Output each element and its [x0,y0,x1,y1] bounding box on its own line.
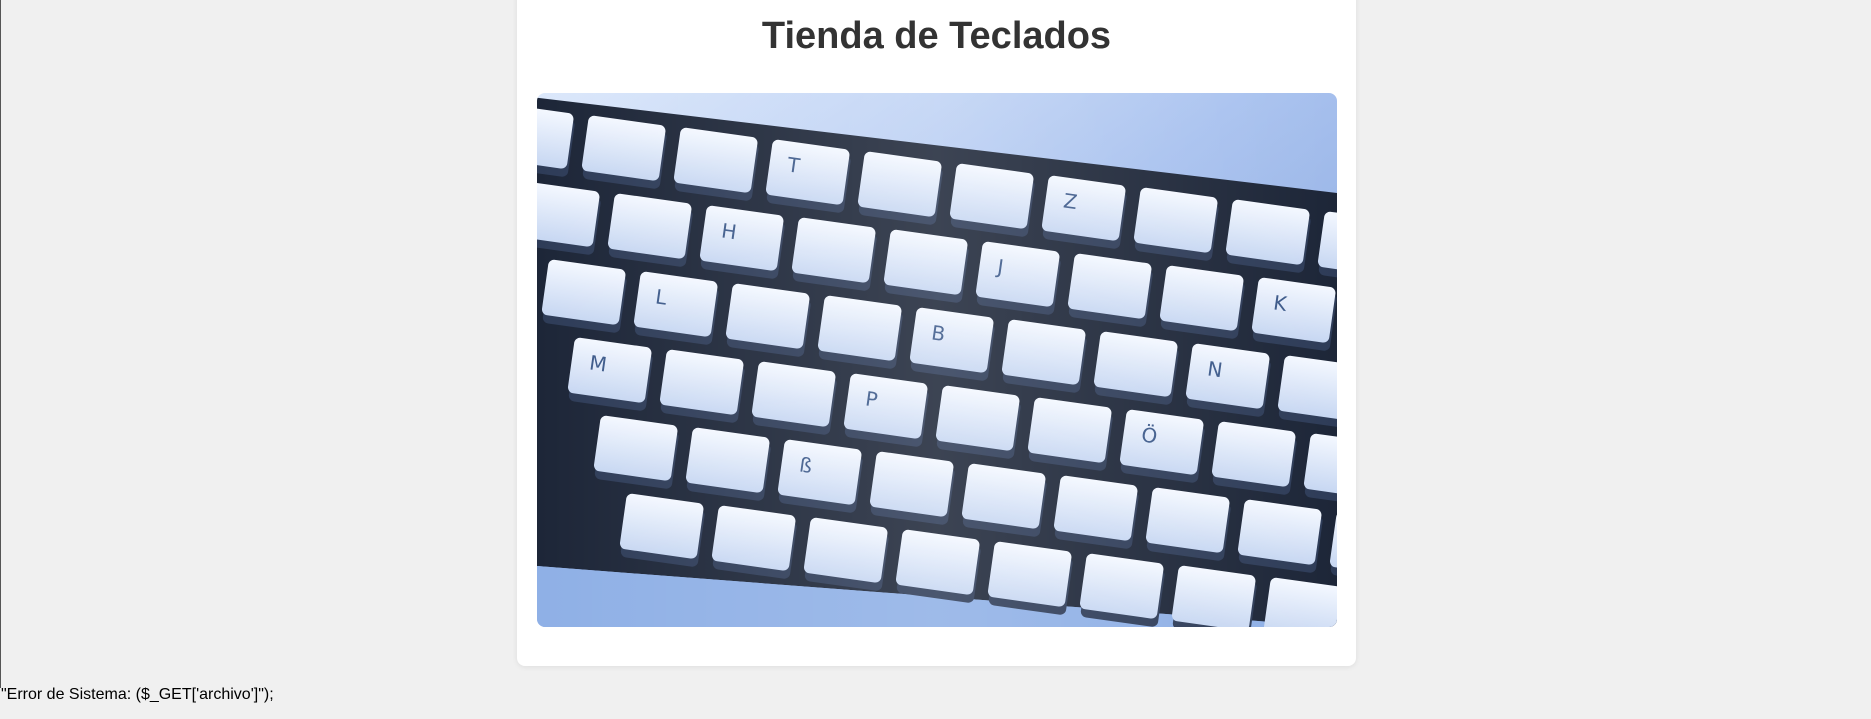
photo-glare [537,93,1337,627]
page-title: Tienda de Teclados [761,15,1112,57]
store-card: Tienda de Teclados GTZUHJKLBNMPÖß [517,0,1356,666]
error-message: "Error de Sistema: ($_GET['archivo']"); [1,686,274,703]
window-edge [0,0,1,688]
keyboard-photo: GTZUHJKLBNMPÖß [537,93,1337,627]
